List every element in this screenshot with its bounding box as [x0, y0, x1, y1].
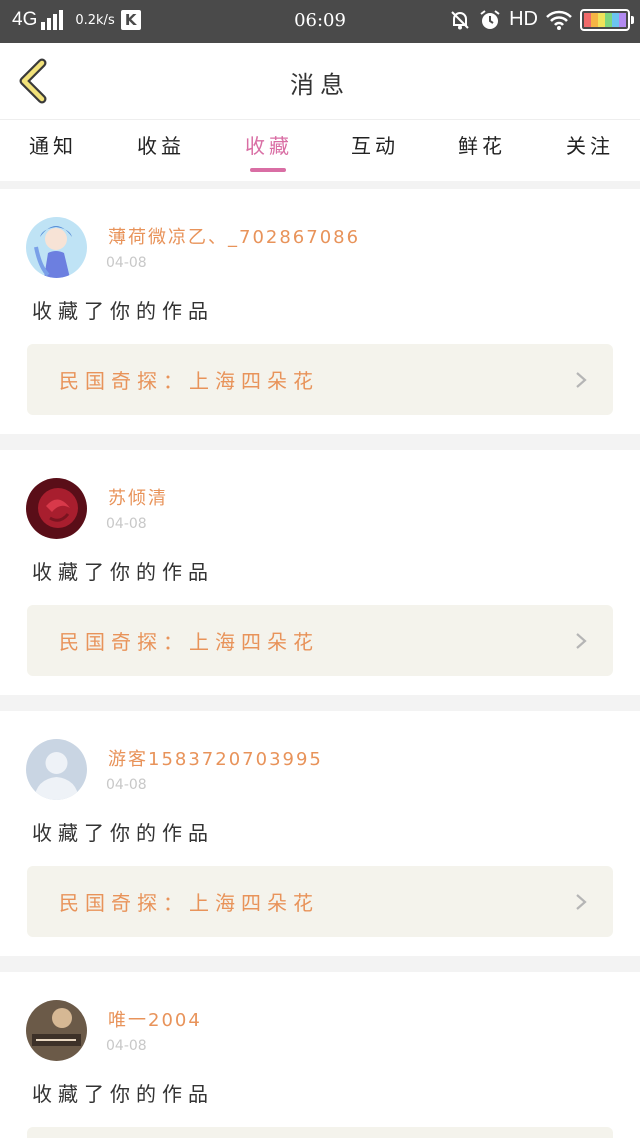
- avatar[interactable]: [26, 1000, 87, 1061]
- avatar[interactable]: [26, 478, 87, 539]
- battery-icon: [580, 8, 634, 31]
- tab-favorites[interactable]: 收藏: [224, 120, 314, 182]
- hd-indicator: HD: [509, 8, 538, 30]
- work-title: 民国奇探：上海四朵花: [59, 891, 319, 915]
- list-item: 游客1583720703995 04-08 收藏了你的作品 民国奇探：上海四朵花: [0, 711, 640, 956]
- tab-following[interactable]: 关注: [545, 120, 635, 182]
- work-link[interactable]: 民国奇探：上海四朵花: [27, 866, 613, 937]
- alarm-icon: [480, 9, 500, 29]
- user-name[interactable]: 游客1583720703995: [108, 745, 323, 771]
- message-text: 收藏了你的作品: [32, 1082, 214, 1106]
- divider: [0, 956, 640, 972]
- list-item: 薄荷微凉乙、_702867086 04-08 收藏了你的作品 民国奇探：上海四朵…: [0, 189, 640, 434]
- date: 04-08: [106, 777, 147, 793]
- message-text: 收藏了你的作品: [32, 299, 214, 323]
- tab-notifications[interactable]: 通知: [8, 120, 98, 182]
- chevron-right-icon: [576, 372, 587, 388]
- header: 消息: [0, 43, 640, 119]
- message-text: 收藏了你的作品: [32, 560, 214, 584]
- date: 04-08: [106, 255, 147, 271]
- message-text: 收藏了你的作品: [32, 821, 214, 845]
- work-title: 民国奇探：上海四朵花: [59, 369, 319, 393]
- avatar[interactable]: [26, 217, 87, 278]
- tab-flowers[interactable]: 鲜花: [437, 120, 527, 182]
- user-name[interactable]: 薄荷微凉乙、_702867086: [108, 223, 360, 249]
- chevron-right-icon: [576, 894, 587, 910]
- active-tab-indicator: [250, 168, 286, 172]
- tab-earnings[interactable]: 收益: [116, 120, 206, 182]
- user-name[interactable]: 唯一2004: [108, 1006, 202, 1032]
- tab-bar: 通知 收益 收藏 互动 鲜花 关注: [0, 119, 640, 181]
- avatar[interactable]: [26, 739, 87, 800]
- work-link[interactable]: 民国奇探：上海四朵花: [27, 344, 613, 415]
- divider: [0, 695, 640, 711]
- divider: [0, 434, 640, 450]
- chevron-right-icon: [576, 633, 587, 649]
- user-name[interactable]: 苏倾清: [108, 484, 168, 510]
- page-title: 消息: [290, 71, 350, 99]
- tab-interactions[interactable]: 互动: [330, 120, 420, 182]
- work-link[interactable]: 民国奇探：上海四朵花: [27, 605, 613, 676]
- date: 04-08: [106, 516, 147, 532]
- list-item: 苏倾清 04-08 收藏了你的作品 民国奇探：上海四朵花: [0, 450, 640, 695]
- divider: [0, 181, 640, 189]
- list-item: 唯一2004 04-08 收藏了你的作品: [0, 972, 640, 1138]
- mute-bell-icon: [451, 10, 469, 29]
- work-link[interactable]: [27, 1127, 613, 1138]
- work-title: 民国奇探：上海四朵花: [59, 630, 319, 654]
- status-bar: 4G 0.2k/s K 06:09 HD: [0, 0, 640, 43]
- date: 04-08: [106, 1038, 147, 1054]
- wifi-icon: [546, 10, 572, 30]
